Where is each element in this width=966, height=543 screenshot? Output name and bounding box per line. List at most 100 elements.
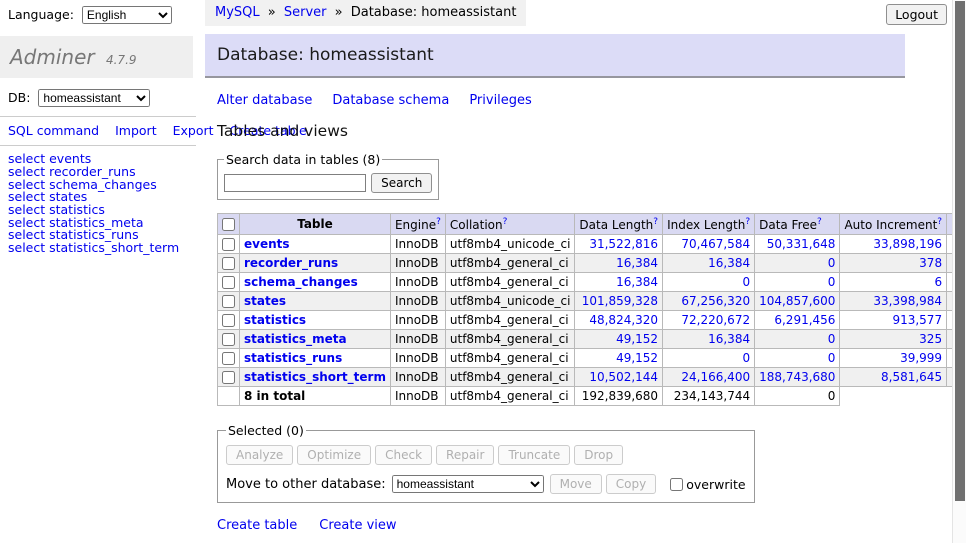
auto-increment-cell: 913,577: [840, 311, 947, 330]
row-checkbox[interactable]: [222, 371, 235, 384]
table-link-statistics-short-term[interactable]: statistics_short_term: [244, 370, 386, 384]
data-length-cell: 10,502,144: [575, 368, 663, 387]
breadcrumb-current: Database: homeassistant: [351, 5, 517, 20]
table-row: eventsInnoDButf8mb4_unicode_ci31,522,816…: [218, 235, 966, 254]
adminer-page: Language: English Adminer 4.7.9 DB: home…: [0, 0, 966, 543]
data-length-cell: 31,522,816: [575, 235, 663, 254]
table-link-statistics-meta[interactable]: statistics_meta: [244, 332, 347, 346]
engine-cell: InnoDB: [390, 368, 445, 387]
data-length-cell: 49,152: [575, 330, 663, 349]
table-row: statesInnoDButf8mb4_unicode_ci101,859,32…: [218, 292, 966, 311]
sidebar-link-sql-command[interactable]: SQL command: [8, 123, 99, 138]
auto-increment-cell: 33,898,196: [840, 235, 947, 254]
database-links: Alter database Database schema Privileges: [217, 93, 905, 108]
index-length-cell: 0: [663, 349, 755, 368]
page-title: Database: homeassistant: [205, 34, 905, 78]
row-checkbox[interactable]: [222, 352, 235, 365]
link-database-schema[interactable]: Database schema: [332, 93, 449, 108]
logout-button[interactable]: Logout: [886, 4, 947, 25]
select-all-checkbox[interactable]: [222, 218, 235, 231]
collation-cell: utf8mb4_unicode_ci: [445, 292, 575, 311]
engine-cell: InnoDB: [390, 254, 445, 273]
column-help-link[interactable]: ?: [436, 217, 441, 227]
engine-cell: InnoDB: [390, 235, 445, 254]
move-button: Move: [550, 474, 602, 494]
app-name: Adminer: [10, 45, 95, 69]
index-length-cell: 0: [663, 273, 755, 292]
check-button: Check: [375, 445, 432, 465]
sidebar-table-item: select statistics_short_term: [8, 242, 196, 255]
row-checkbox-cell: [218, 254, 240, 273]
column-help-link[interactable]: ?: [653, 217, 658, 227]
row-checkbox-cell: [218, 311, 240, 330]
table-name-cell: statistics: [240, 311, 391, 330]
sidebar-table-list: select eventsselect recorder_runsselect …: [8, 153, 196, 255]
language-label: Language:: [8, 7, 74, 22]
row-checkbox-cell: [218, 330, 240, 349]
search-input[interactable]: [224, 174, 366, 192]
row-checkbox[interactable]: [222, 238, 235, 251]
collation-cell: utf8mb4_general_ci: [445, 330, 575, 349]
table-row: schema_changesInnoDButf8mb4_general_ci16…: [218, 273, 966, 292]
table-row: statisticsInnoDButf8mb4_general_ci48,824…: [218, 311, 966, 330]
link-alter-database[interactable]: Alter database: [217, 93, 312, 108]
link-privileges[interactable]: Privileges: [469, 93, 532, 108]
row-checkbox[interactable]: [222, 314, 235, 327]
column-help-link[interactable]: ?: [817, 217, 822, 227]
row-checkbox[interactable]: [222, 257, 235, 270]
create-links: Create table Create view: [217, 518, 905, 533]
table-name-cell: events: [240, 235, 391, 254]
copy-button: Copy: [606, 474, 656, 494]
row-checkbox[interactable]: [222, 295, 235, 308]
table-link-states[interactable]: states: [244, 294, 286, 308]
main-content: MySQL » Server » Database: homeassistant…: [205, 0, 905, 543]
overwrite-checkbox[interactable]: [670, 478, 683, 491]
table-link-events[interactable]: events: [244, 237, 290, 251]
table-link-statistics-runs[interactable]: statistics_runs: [244, 351, 342, 365]
language-select[interactable]: English: [82, 6, 172, 24]
breadcrumb-link-server[interactable]: Server: [284, 5, 327, 20]
index-length-cell: 67,256,320: [663, 292, 755, 311]
table-link-schema-changes[interactable]: schema_changes: [244, 275, 358, 289]
column-help-link[interactable]: ?: [937, 217, 942, 227]
engine-cell: InnoDB: [390, 292, 445, 311]
row-checkbox-cell: [218, 235, 240, 254]
data-free-cell: 188,743,680: [755, 368, 840, 387]
data-length-cell: 16,384: [575, 273, 663, 292]
data-free-cell: 104,857,600: [755, 292, 840, 311]
table-row: statistics_runsInnoDButf8mb4_general_ci4…: [218, 349, 966, 368]
breadcrumb-link-mysql[interactable]: MySQL: [215, 5, 260, 20]
column-header-index-length: Index Length?: [663, 214, 755, 235]
search-button[interactable]: Search: [371, 173, 432, 193]
row-checkbox[interactable]: [222, 276, 235, 289]
sidebar-link-import[interactable]: Import: [115, 123, 157, 138]
table-link-statistics[interactable]: statistics: [244, 313, 306, 327]
auto-increment-cell: 33,398,984: [840, 292, 947, 311]
db-select[interactable]: homeassistant: [38, 89, 150, 107]
total-data-length-cell: 192,839,680: [575, 387, 663, 406]
sidebar-select-link-statistics-short-term[interactable]: select statistics_short_term: [8, 240, 179, 255]
sidebar-actions: SQL commandImportExportCreate table: [0, 116, 196, 146]
move-database-select[interactable]: homeassistant: [392, 475, 544, 493]
data-free-cell: 50,331,648: [755, 235, 840, 254]
scrollbar-thumb[interactable]: [955, 1, 965, 501]
column-help-link[interactable]: ?: [503, 217, 508, 227]
search-fieldset: Search data in tables (8) Search: [217, 152, 439, 200]
index-length-cell: 16,384: [663, 330, 755, 349]
auto-increment-cell: 8,581,645: [840, 368, 947, 387]
row-checkbox[interactable]: [222, 333, 235, 346]
drop-button: Drop: [574, 445, 623, 465]
table-name-cell: recorder_runs: [240, 254, 391, 273]
column-help-link[interactable]: ?: [745, 217, 750, 227]
link-create-table[interactable]: Create table: [217, 518, 297, 533]
engine-cell: InnoDB: [390, 273, 445, 292]
engine-cell: InnoDB: [390, 311, 445, 330]
table-link-recorder-runs[interactable]: recorder_runs: [244, 256, 338, 270]
scrollbar[interactable]: [952, 0, 966, 543]
analyze-button: Analyze: [226, 445, 293, 465]
selected-fieldset: Selected (0) AnalyzeOptimizeCheckRepairT…: [217, 423, 755, 503]
link-create-view[interactable]: Create view: [319, 518, 396, 533]
table-name-cell: schema_changes: [240, 273, 391, 292]
db-label: DB:: [8, 90, 30, 105]
tables-heading: Tables and views: [217, 122, 905, 140]
